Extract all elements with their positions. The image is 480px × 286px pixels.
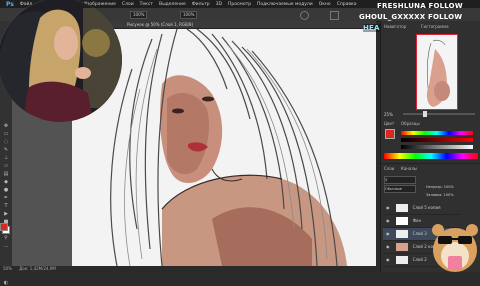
visibility-eye-icon[interactable]: ◉	[383, 215, 392, 227]
status-bar: 50% Док: 1,42М/24,9М	[0, 266, 380, 272]
flow-field[interactable]: 100%	[180, 11, 198, 19]
brightness-slider[interactable]	[401, 145, 473, 149]
status-doc-size: Док: 1,42М/24,9М	[19, 266, 56, 271]
menu-help[interactable]: Справка	[334, 2, 360, 7]
menu-text[interactable]: Текст	[137, 2, 156, 7]
type-tool-icon[interactable]: T	[2, 202, 10, 209]
stamp-tool-icon[interactable]: ⊥	[2, 154, 10, 161]
foreground-color-swatch[interactable]	[0, 223, 8, 231]
hamster-sticker	[430, 212, 480, 272]
layer-thumbnail	[396, 256, 409, 264]
hue-slider[interactable]	[401, 131, 473, 135]
layer-thumbnail	[396, 230, 409, 238]
tab-navigator[interactable]: Навигатор	[384, 24, 406, 29]
tab-histogram[interactable]: Гистограмма	[421, 24, 449, 29]
menu-view[interactable]: Просмотр	[225, 2, 254, 7]
visibility-eye-icon[interactable]: ◉	[383, 241, 392, 253]
tab-channels[interactable]: Каналы	[401, 166, 417, 171]
layer-thumbnail	[396, 204, 409, 212]
follow-alert-2: GHOUL_GXXXXX FOLLOW	[359, 13, 463, 21]
move-tool-icon[interactable]: ✥	[2, 122, 10, 129]
menu-filter[interactable]: Фильтр	[189, 2, 213, 7]
quick-mask-icon[interactable]: ◐	[2, 279, 10, 286]
layer-thumbnail	[396, 243, 409, 251]
status-zoom[interactable]: 50%	[0, 266, 12, 271]
pen-tool-icon[interactable]: ✒	[2, 194, 10, 201]
visibility-eye-icon[interactable]: ◉	[383, 202, 392, 214]
visibility-eye-icon[interactable]: ◉	[383, 254, 392, 266]
panel-foreground-swatch[interactable]	[385, 129, 395, 139]
opacity-field[interactable]: 100%	[130, 11, 148, 19]
brush-tool-icon[interactable]: ✎	[2, 146, 10, 153]
tab-color[interactable]: Цвет	[384, 121, 394, 126]
follow-alert-1: FRESHLUNA FOLLOW	[377, 2, 463, 10]
layer-thumbnail	[396, 217, 409, 225]
eraser-tool-icon[interactable]: ▱	[2, 162, 10, 169]
visibility-eye-icon[interactable]: ◉	[383, 228, 392, 240]
blend-mode-select[interactable]: Обычные	[384, 185, 416, 193]
webcam-overlay	[0, 0, 122, 122]
layer-name: Слой 5 копия	[412, 205, 441, 210]
lasso-tool-icon[interactable]: ◌	[2, 138, 10, 145]
menu-layers[interactable]: Слои	[119, 2, 137, 7]
zoom-tool-icon[interactable]: ⚲	[2, 234, 10, 241]
menu-select[interactable]: Выделение	[156, 2, 189, 7]
streamer-camera-image	[0, 0, 122, 122]
menu-plugins[interactable]: Подключаемые модули	[254, 2, 316, 7]
layer-name: Слой 3	[412, 231, 427, 236]
menu-window[interactable]: Окно	[316, 2, 334, 7]
airbrush-icon[interactable]	[300, 11, 309, 20]
saturation-slider[interactable]	[401, 138, 473, 142]
dodge-tool-icon[interactable]: ●	[2, 186, 10, 193]
marquee-tool-icon[interactable]: ▭	[2, 130, 10, 137]
navigator-thumbnail	[426, 39, 450, 107]
opacity-label[interactable]: Непрозр: 100%	[426, 185, 454, 189]
navigator-zoom[interactable]: 25%	[384, 112, 393, 117]
tab-layers[interactable]: Слои	[384, 166, 394, 171]
navigator-zoom-slider[interactable]	[403, 111, 475, 117]
layer-name: Слой 2	[412, 257, 427, 262]
app-logo: Ps	[6, 0, 14, 8]
pressure-icon[interactable]	[330, 11, 339, 20]
blur-tool-icon[interactable]: ◆	[2, 178, 10, 185]
color-spectrum-bar[interactable]	[384, 153, 478, 159]
navigator-preview[interactable]	[416, 34, 458, 110]
hamster-sticker-image	[432, 224, 478, 272]
zoom-slider-handle[interactable]	[423, 111, 427, 117]
path-tool-icon[interactable]: ▶	[2, 210, 10, 217]
gradient-tool-icon[interactable]: ▤	[2, 170, 10, 177]
fill-label[interactable]: Заливка: 100%	[426, 193, 454, 197]
more-tools-icon[interactable]: …	[2, 242, 10, 249]
tab-swatches[interactable]: Образцы	[401, 121, 420, 126]
menu-3d[interactable]: 3D	[213, 2, 225, 7]
layer-name: Фон	[412, 218, 422, 223]
layer-filter-select[interactable]: ⚲	[384, 176, 416, 184]
